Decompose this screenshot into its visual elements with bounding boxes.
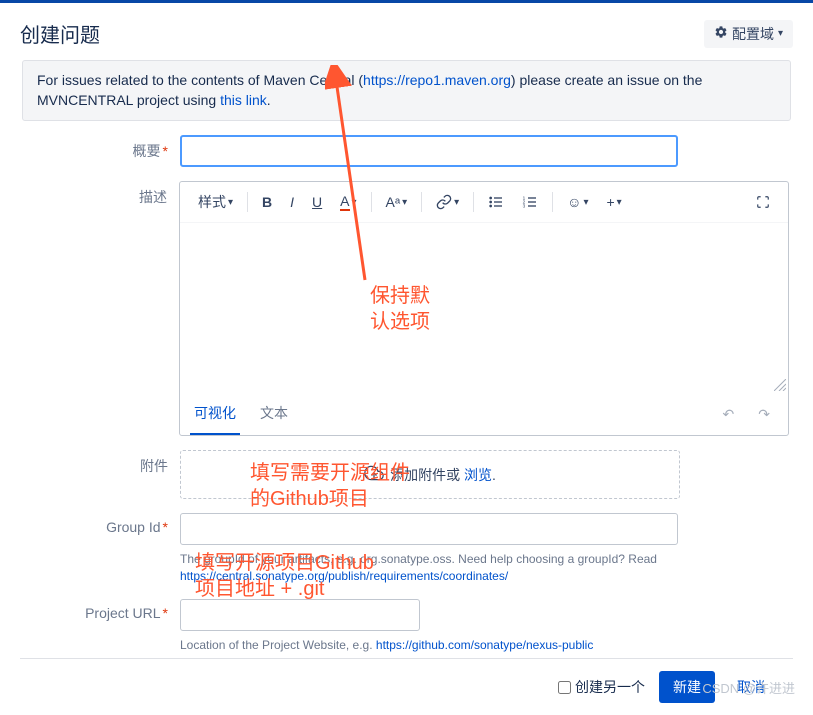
rich-text-editor: 样式 ▾ B I U A ▾ Aᵃ ▾ ▾ 123 bbox=[179, 181, 789, 436]
italic-button[interactable]: I bbox=[282, 190, 302, 214]
create-another-checkbox[interactable] bbox=[558, 681, 571, 694]
coordinates-link[interactable]: https://central.sonatype.org/publish/req… bbox=[180, 569, 508, 583]
attachment-label: 附件 bbox=[20, 450, 180, 499]
expand-button[interactable] bbox=[748, 191, 778, 213]
redo-button[interactable]: ↷ bbox=[750, 402, 778, 427]
svg-text:3: 3 bbox=[523, 204, 526, 209]
project-url-label: Project URL* bbox=[20, 599, 180, 654]
modal-header: 创建问题 配置域 ▾ bbox=[20, 19, 793, 48]
description-label: 描述 bbox=[20, 181, 179, 436]
text-color-button[interactable]: A ▾ bbox=[332, 189, 364, 215]
group-id-help: The groupId of your artifacts, e.g. org.… bbox=[180, 551, 690, 585]
bullet-list-button[interactable] bbox=[480, 190, 512, 214]
underline-button[interactable]: U bbox=[304, 190, 330, 214]
bold-button[interactable]: B bbox=[254, 190, 280, 214]
browse-link[interactable]: 浏览 bbox=[464, 467, 492, 483]
info-banner: For issues related to the contents of Ma… bbox=[22, 60, 791, 121]
summary-label: 概要* bbox=[20, 135, 180, 167]
resize-handle-icon[interactable] bbox=[774, 379, 786, 391]
editor-toolbar: 样式 ▾ B I U A ▾ Aᵃ ▾ ▾ 123 bbox=[180, 182, 788, 223]
maven-repo-link[interactable]: https://repo1.maven.org bbox=[363, 72, 511, 88]
modal-footer: 创建另一个 新建 取消 bbox=[20, 658, 793, 715]
project-url-input[interactable] bbox=[180, 599, 420, 631]
project-url-example-link[interactable]: https://github.com/sonatype/nexus-public bbox=[376, 638, 593, 652]
number-list-button[interactable]: 123 bbox=[514, 190, 546, 214]
more-format-button[interactable]: Aᵃ ▾ bbox=[378, 190, 416, 214]
group-id-label: Group Id* bbox=[20, 513, 180, 585]
chevron-down-icon: ▾ bbox=[778, 28, 783, 39]
visual-tab[interactable]: 可视化 bbox=[190, 393, 240, 435]
this-link[interactable]: this link bbox=[220, 92, 267, 108]
create-another-checkbox-label[interactable]: 创建另一个 bbox=[558, 677, 645, 697]
attachment-dropzone[interactable]: 添加附件或 浏览. bbox=[180, 450, 680, 499]
emoji-button[interactable]: ☺ ▾ bbox=[559, 190, 596, 214]
cloud-upload-icon bbox=[364, 463, 384, 486]
style-dropdown[interactable]: 样式 ▾ bbox=[190, 188, 241, 216]
more-button[interactable]: + ▾ bbox=[598, 190, 629, 214]
editor-textarea[interactable] bbox=[180, 223, 788, 393]
gear-icon bbox=[714, 25, 728, 42]
text-tab[interactable]: 文本 bbox=[256, 393, 292, 435]
undo-button[interactable]: ↶ bbox=[715, 402, 743, 427]
modal-title: 创建问题 bbox=[20, 19, 100, 48]
group-id-input[interactable] bbox=[180, 513, 678, 545]
cancel-button[interactable]: 取消 bbox=[729, 671, 773, 703]
summary-input[interactable] bbox=[180, 135, 678, 167]
create-button[interactable]: 新建 bbox=[659, 671, 715, 703]
project-url-help: Location of the Project Website, e.g. ht… bbox=[180, 637, 690, 654]
link-button[interactable]: ▾ bbox=[428, 190, 467, 214]
configure-fields-button[interactable]: 配置域 ▾ bbox=[704, 20, 793, 48]
